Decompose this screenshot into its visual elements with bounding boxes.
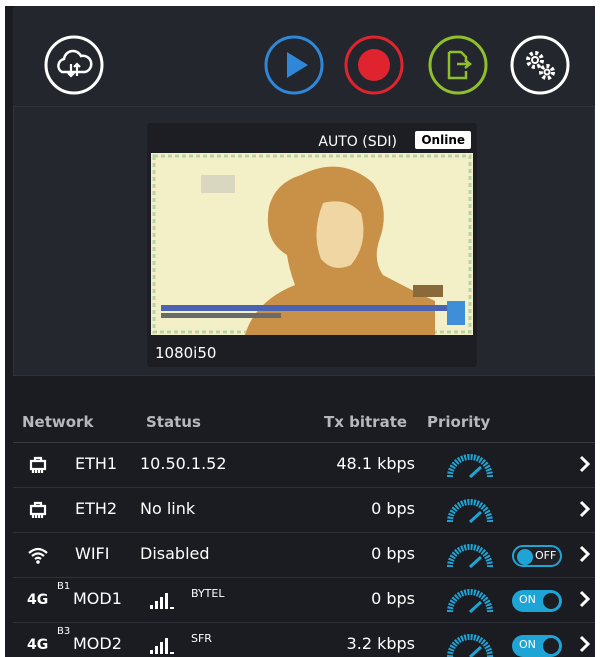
record-button[interactable] <box>343 34 405 96</box>
table-header: Network Status Tx bitrate Priority <box>13 404 595 443</box>
source-label: AUTO (SDI) <box>318 134 397 150</box>
table-row[interactable]: WIFI Disabled 0 bps OFF <box>13 533 595 578</box>
chevron-right-icon[interactable] <box>578 544 590 564</box>
chevron-right-icon[interactable] <box>578 454 590 474</box>
chevron-right-icon[interactable] <box>578 499 590 519</box>
preview-card[interactable]: AUTO (SDI) Online 1080i50 <box>147 123 477 367</box>
iface-name: MOD2 <box>73 634 122 653</box>
carrier-label: SFR <box>191 632 212 645</box>
table-row[interactable]: 4G B3 MOD2 SFR 3.2 kbps ON <box>13 623 595 657</box>
network-table: Network Status Tx bitrate Priority ETH1 … <box>13 404 595 657</box>
table-row[interactable]: ETH2 No link 0 bps <box>13 488 595 533</box>
header-status: Status <box>146 413 201 431</box>
iface-name: WIFI <box>75 544 110 563</box>
toggle-label: ON <box>519 638 536 651</box>
play-icon <box>264 35 324 95</box>
video-preview <box>151 153 473 335</box>
toggle-label: OFF <box>535 549 557 562</box>
tx-bitrate: 0 bps <box>371 544 415 563</box>
table-row[interactable]: ETH1 10.50.1.52 48.1 kbps <box>13 443 595 488</box>
mod1-toggle[interactable]: ON <box>512 590 562 612</box>
record-icon <box>344 35 404 95</box>
priority-gauge-icon[interactable] <box>445 541 495 571</box>
header-tx-bitrate: Tx bitrate <box>324 413 408 431</box>
status-badge: Online <box>415 131 471 149</box>
iface-name: MOD1 <box>73 589 122 608</box>
signal-bars-icon <box>150 593 174 609</box>
tx-bitrate: 0 bps <box>371 499 415 518</box>
iface-status: 10.50.1.52 <box>140 454 227 473</box>
ethernet-icon <box>29 456 47 473</box>
play-button[interactable] <box>263 34 325 96</box>
priority-gauge-icon[interactable] <box>445 496 495 526</box>
resolution-label: 1080i50 <box>155 344 217 362</box>
priority-gauge-icon[interactable] <box>445 586 495 616</box>
tx-bitrate: 48.1 kbps <box>336 454 415 473</box>
header-priority: Priority <box>427 413 491 431</box>
iface-name: ETH1 <box>75 454 118 473</box>
gears-icon <box>510 35 570 95</box>
wifi-icon <box>28 547 48 564</box>
toggle-knob <box>543 638 559 654</box>
signal-bars-icon <box>150 638 174 654</box>
network-type-tag: 4G <box>27 637 49 653</box>
priority-gauge-icon[interactable] <box>445 631 495 657</box>
export-button[interactable] <box>427 34 489 96</box>
tx-bitrate: 0 bps <box>371 589 415 608</box>
mod2-toggle[interactable]: ON <box>512 635 562 657</box>
app-window: AUTO (SDI) Online 1080i50 Network Status… <box>5 6 595 657</box>
iface-status: Disabled <box>140 544 210 563</box>
chevron-right-icon[interactable] <box>578 634 590 654</box>
chevron-right-icon[interactable] <box>578 589 590 609</box>
network-type-tag: 4G <box>27 592 49 608</box>
ethernet-icon <box>29 501 47 518</box>
cloud-sync-button[interactable] <box>43 34 105 96</box>
iface-status: No link <box>140 499 196 518</box>
toggle-knob <box>517 549 533 565</box>
table-row[interactable]: 4G B1 MOD1 BYTEL 0 bps ON <box>13 578 595 623</box>
tx-bitrate: 3.2 kbps <box>346 634 415 653</box>
export-icon <box>428 35 488 95</box>
header-network: Network <box>22 413 94 431</box>
toolbar <box>13 6 595 106</box>
carrier-label: BYTEL <box>191 587 225 600</box>
toggle-knob <box>543 593 559 609</box>
iface-name: ETH2 <box>75 499 118 518</box>
priority-gauge-icon[interactable] <box>445 451 495 481</box>
wifi-toggle[interactable]: OFF <box>512 545 562 567</box>
band-label: B3 <box>57 626 71 637</box>
cloud-sync-icon <box>44 35 104 95</box>
toggle-label: ON <box>519 593 536 606</box>
settings-button[interactable] <box>509 34 571 96</box>
preview-panel: AUTO (SDI) Online 1080i50 <box>13 106 595 376</box>
band-label: B1 <box>57 581 71 592</box>
